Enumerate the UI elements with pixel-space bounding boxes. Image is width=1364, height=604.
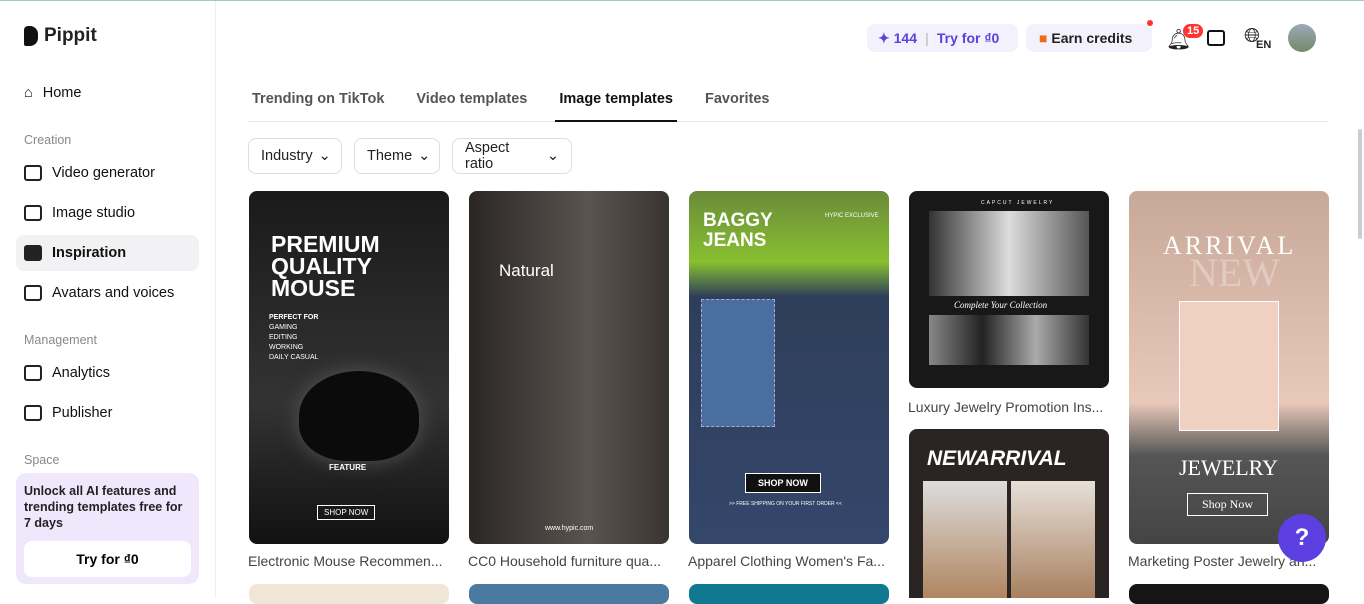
poster-text: Shop Now xyxy=(1187,493,1269,516)
template-card[interactable]: CAPCUT JEWELRY Complete Your Collection xyxy=(909,191,1109,388)
logo-icon xyxy=(24,26,38,46)
promo-text: Unlock all AI features and trending temp… xyxy=(24,484,183,530)
section-creation: Creation xyxy=(24,133,72,147)
poster-text: >> FREE SHIPPING ON YOUR FIRST ORDER << xyxy=(729,501,842,507)
sidebar-item-publisher[interactable]: Publisher xyxy=(16,395,199,431)
inspiration-icon xyxy=(24,245,42,261)
language-label: EN xyxy=(1256,39,1272,51)
promo-card: Unlock all AI features and trending temp… xyxy=(16,473,199,584)
poster-text: JEANS xyxy=(703,230,767,251)
poster-text: WORKING xyxy=(269,344,304,351)
mouse-image xyxy=(299,371,419,461)
jewelry-image xyxy=(929,211,1089,296)
card-title[interactable]: Apparel Clothing Women's Fa... xyxy=(688,553,888,569)
section-management: Management xyxy=(24,333,97,347)
credits-pill[interactable]: ✦ 144 | Try for ₫0 xyxy=(867,24,1018,52)
poster-text: SHOP NOW xyxy=(745,473,821,493)
template-card[interactable] xyxy=(1129,584,1329,604)
poster-text: DAILY CASUAL xyxy=(269,354,319,361)
poster-text: NEWARRIVAL xyxy=(927,447,1067,470)
jewelry-photos xyxy=(929,315,1089,365)
poster-text: FEATURE xyxy=(329,463,367,472)
tab-bar: Trending on TikTok Video templates Image… xyxy=(248,81,1328,122)
wallet-icon[interactable] xyxy=(1207,30,1225,46)
notification-count: 15 xyxy=(1183,24,1204,38)
card-title[interactable]: Electronic Mouse Recommen... xyxy=(248,553,448,569)
tab-video-templates[interactable]: Video templates xyxy=(412,81,531,122)
sidebar-item-home[interactable]: ⌂ Home xyxy=(16,75,199,111)
chevron-down-icon: ⌄ xyxy=(418,148,431,164)
aspect-ratio-filter[interactable]: Aspect ratio ⌄ xyxy=(452,138,572,174)
sidebar-item-analytics[interactable]: Analytics xyxy=(16,355,199,391)
image-icon xyxy=(24,205,42,221)
sidebar-item-image-studio[interactable]: Image studio xyxy=(16,195,199,231)
necklace-image xyxy=(1179,301,1279,431)
pippit-logo[interactable]: Pippit xyxy=(24,25,97,47)
poster-text: CAPCUT JEWELRY xyxy=(981,200,1055,206)
dot-badge xyxy=(1147,20,1153,26)
poster-text: BAGGY xyxy=(703,210,773,231)
help-button[interactable]: ? xyxy=(1278,514,1326,562)
poster-text: NEW xyxy=(1189,250,1281,295)
model-photo xyxy=(1011,481,1095,598)
poster-text: Complete Your Collection xyxy=(954,300,1048,310)
template-card[interactable]: Natural www.hypic.com xyxy=(469,191,669,544)
calendar-icon xyxy=(24,405,42,421)
video-icon xyxy=(24,165,42,181)
template-card[interactable]: PREMIUM QUALITY MOUSE PERFECT FOR GAMING EDI… xyxy=(249,191,449,544)
poster-text: MOUSE xyxy=(271,275,356,301)
sidebar-item-video-generator[interactable]: Video generator xyxy=(16,155,199,191)
sparkle-icon: ✦ xyxy=(878,29,894,46)
earn-credits-button[interactable]: ■ Earn credits xyxy=(1026,24,1152,52)
template-card[interactable] xyxy=(249,584,449,604)
avatar-icon xyxy=(24,285,42,301)
template-card[interactable]: NEWARRIVAL xyxy=(909,429,1109,598)
gift-icon: ■ xyxy=(1039,30,1052,46)
poster-text: PERFECT FOR xyxy=(269,314,319,321)
card-title[interactable]: CC0 Household furniture qua... xyxy=(468,553,668,569)
section-space: Space xyxy=(24,453,60,467)
question-icon: ? xyxy=(1294,524,1310,551)
poster-text: www.hypic.com xyxy=(545,525,594,532)
poster-text: Natural xyxy=(499,261,554,280)
template-card[interactable]: BAGGY JEANS HYPIC EXCLUSIVE SHOP NOW >> F… xyxy=(689,191,889,544)
card-title[interactable]: Luxury Jewelry Promotion Ins... xyxy=(908,399,1108,415)
poster-text: EDITING xyxy=(269,334,298,341)
template-card[interactable] xyxy=(689,584,889,604)
template-card[interactable] xyxy=(469,584,669,604)
poster-text: QUALITY xyxy=(271,253,372,279)
tab-favorites[interactable]: Favorites xyxy=(701,81,773,122)
sidebar-item-avatars[interactable]: Avatars and voices xyxy=(16,275,199,311)
analytics-icon xyxy=(24,365,42,381)
denim-image xyxy=(701,299,775,427)
try-free-button[interactable]: Try for ₫0 xyxy=(24,541,191,577)
template-card[interactable]: ARRIVAL NEW JEWELRY Shop Now xyxy=(1129,191,1329,544)
sidebar: Pippit ⌂ Home Creation Video generator Im… xyxy=(0,1,216,598)
industry-filter[interactable]: Industry ⌄ xyxy=(248,138,342,174)
home-icon: ⌂ xyxy=(24,85,33,101)
poster-text: GAMING xyxy=(269,324,298,331)
avatar[interactable] xyxy=(1288,24,1316,52)
chevron-down-icon: ⌄ xyxy=(546,148,559,164)
theme-filter[interactable]: Theme ⌄ xyxy=(354,138,440,174)
try-link[interactable]: Try for ₫0 xyxy=(937,30,999,46)
poster-text: PREMIUM xyxy=(271,231,380,257)
tab-image-templates[interactable]: Image templates xyxy=(555,81,677,122)
tab-trending[interactable]: Trending on TikTok xyxy=(248,81,388,122)
model-photo xyxy=(923,481,1007,598)
chevron-down-icon: ⌄ xyxy=(318,148,331,164)
poster-text: HYPIC EXCLUSIVE xyxy=(825,213,879,219)
poster-text: JEWELRY xyxy=(1179,455,1278,480)
poster-text: SHOP NOW xyxy=(317,505,376,520)
scrollbar[interactable] xyxy=(1358,129,1362,239)
sidebar-item-inspiration[interactable]: Inspiration xyxy=(16,235,199,271)
